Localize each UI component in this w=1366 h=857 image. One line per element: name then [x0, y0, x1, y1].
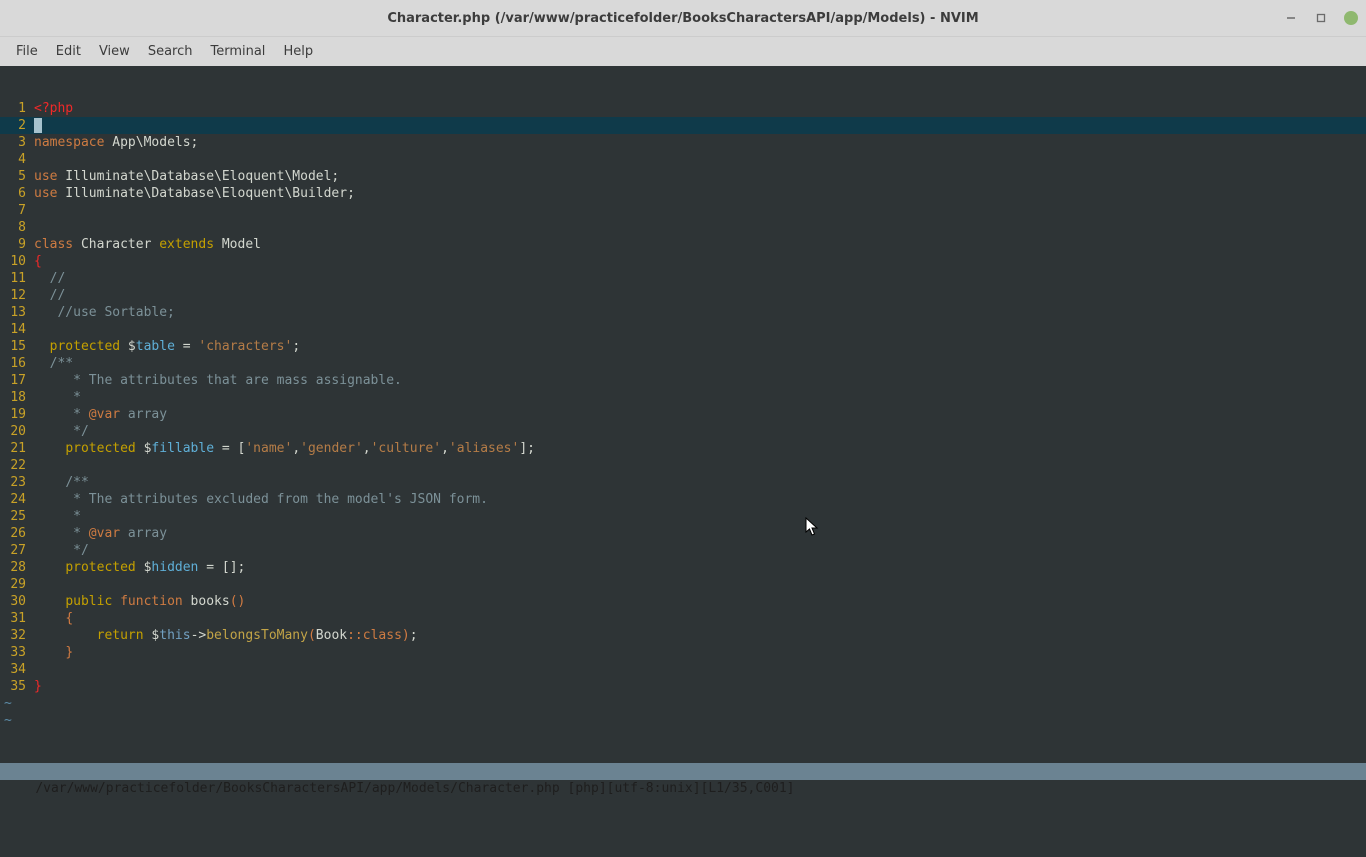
line-number: 3 [0, 134, 30, 151]
line-number: 27 [0, 542, 30, 559]
menu-edit[interactable]: Edit [48, 40, 89, 63]
code-line: 25 * [0, 508, 1366, 525]
code-line: 9class Character extends Model [0, 236, 1366, 253]
code-line: 20 */ [0, 423, 1366, 440]
empty-line: ~ [0, 695, 1366, 712]
tilde-marker: ~ [0, 695, 12, 712]
code-line: 10{ [0, 253, 1366, 270]
code-line: 29 [0, 576, 1366, 593]
code-line: 1<?php [0, 100, 1366, 117]
code-line: 7 [0, 202, 1366, 219]
window-controls [1284, 0, 1358, 36]
code-line: 16 /** [0, 355, 1366, 372]
line-number: 33 [0, 644, 30, 661]
line-number: 19 [0, 406, 30, 423]
line-number: 15 [0, 338, 30, 355]
code-line: 18 * [0, 389, 1366, 406]
line-number: 34 [0, 661, 30, 678]
code-line: 22 [0, 457, 1366, 474]
line-number: 21 [0, 440, 30, 457]
window-titlebar: Character.php (/var/www/practicefolder/B… [0, 0, 1366, 36]
code-line: 3namespace App\Models; [0, 134, 1366, 151]
code-line: 13 //use Sortable; [0, 304, 1366, 321]
line-number: 32 [0, 627, 30, 644]
code-line: 23 /** [0, 474, 1366, 491]
code-line: 5use Illuminate\Database\Eloquent\Model; [0, 168, 1366, 185]
empty-line: ~ [0, 712, 1366, 729]
line-number: 20 [0, 423, 30, 440]
code-line: 11 // [0, 270, 1366, 287]
line-number: 8 [0, 219, 30, 236]
line-number: 30 [0, 593, 30, 610]
line-number: 7 [0, 202, 30, 219]
line-number: 9 [0, 236, 30, 253]
status-text: /var/www/practicefolder/BooksCharactersA… [35, 781, 794, 796]
code-line: 12 // [0, 287, 1366, 304]
line-number: 5 [0, 168, 30, 185]
menu-help[interactable]: Help [275, 40, 321, 63]
code-line: 4 [0, 151, 1366, 168]
maximize-button[interactable] [1314, 11, 1328, 25]
close-button[interactable] [1344, 11, 1358, 25]
line-number: 14 [0, 321, 30, 338]
line-number: 35 [0, 678, 30, 695]
code-area: 1<?php 2 3namespace App\Models; 4 5use I… [0, 100, 1366, 729]
code-line: 14 [0, 321, 1366, 338]
menu-search[interactable]: Search [140, 40, 201, 63]
line-number: 31 [0, 610, 30, 627]
code-line: 26 * @var array [0, 525, 1366, 542]
line-number: 4 [0, 151, 30, 168]
code-line: 24 * The attributes excluded from the mo… [0, 491, 1366, 508]
line-number: 2 [0, 117, 30, 134]
line-number: 17 [0, 372, 30, 389]
line-number: 1 [0, 100, 30, 117]
editor-area[interactable]: 1<?php 2 3namespace App\Models; 4 5use I… [0, 66, 1366, 857]
menu-file[interactable]: File [8, 40, 46, 63]
line-number: 29 [0, 576, 30, 593]
text-cursor [34, 118, 42, 133]
code-line: 6use Illuminate\Database\Eloquent\Builde… [0, 185, 1366, 202]
line-number: 28 [0, 559, 30, 576]
code-line: 35} [0, 678, 1366, 695]
menubar: File Edit View Search Terminal Help [0, 36, 1366, 66]
code-line: 21 protected $fillable = ['name','gender… [0, 440, 1366, 457]
line-number: 18 [0, 389, 30, 406]
code-line: 32 return $this->belongsToMany(Book::cla… [0, 627, 1366, 644]
line-number: 23 [0, 474, 30, 491]
code-line: 31 { [0, 610, 1366, 627]
window-title: Character.php (/var/www/practicefolder/B… [387, 11, 978, 26]
code-line: 30 public function books() [0, 593, 1366, 610]
code-line: 27 */ [0, 542, 1366, 559]
line-number: 25 [0, 508, 30, 525]
line-number: 16 [0, 355, 30, 372]
line-number: 12 [0, 287, 30, 304]
code-line: 17 * The attributes that are mass assign… [0, 372, 1366, 389]
code-line-current: 2 [0, 117, 1366, 134]
line-number: 11 [0, 270, 30, 287]
menu-terminal[interactable]: Terminal [202, 40, 273, 63]
line-number: 26 [0, 525, 30, 542]
tilde-marker: ~ [0, 712, 12, 729]
line-number: 24 [0, 491, 30, 508]
line-number: 6 [0, 185, 30, 202]
status-bar: /var/www/practicefolder/BooksCharactersA… [0, 763, 1366, 780]
line-number: 22 [0, 457, 30, 474]
line-number: 10 [0, 253, 30, 270]
code-line: 34 [0, 661, 1366, 678]
menu-view[interactable]: View [91, 40, 138, 63]
code-line: 15 protected $table = 'characters'; [0, 338, 1366, 355]
code-line: 19 * @var array [0, 406, 1366, 423]
minimize-button[interactable] [1284, 11, 1298, 25]
command-area[interactable] [0, 814, 1366, 840]
code-line: 33 } [0, 644, 1366, 661]
code-line: 28 protected $hidden = []; [0, 559, 1366, 576]
code-line: 8 [0, 219, 1366, 236]
line-number: 13 [0, 304, 30, 321]
